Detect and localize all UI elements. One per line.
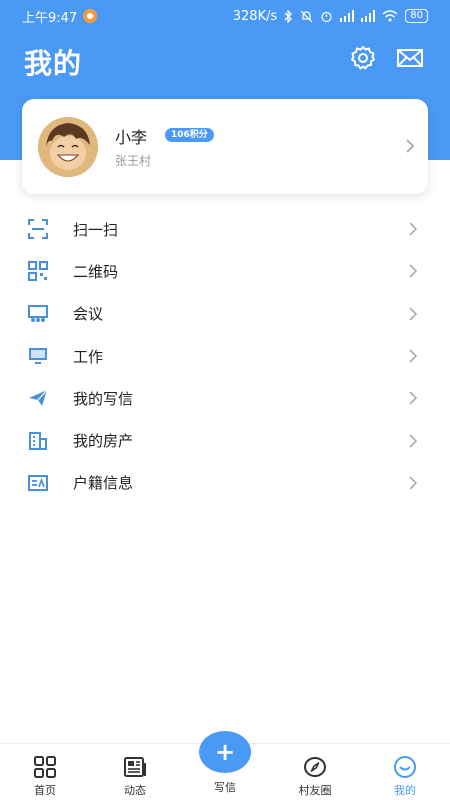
wifi-icon [382, 10, 398, 22]
mail-icon[interactable] [396, 44, 424, 72]
tab-label: 我的 [394, 784, 416, 797]
menu-label: 我的房产 [73, 432, 134, 451]
menu-item-my-letters[interactable]: 我的写信 [0, 377, 450, 419]
chevron-right-icon [409, 476, 418, 490]
qrcode-icon [28, 261, 48, 282]
chevron-right-icon [409, 391, 418, 405]
menu-label: 会议 [73, 305, 104, 324]
chevron-right-icon [409, 264, 418, 279]
paper-plane-icon [29, 389, 48, 407]
scan-icon [28, 219, 48, 240]
tab-label: 村友圈 [298, 784, 332, 797]
profile-card[interactable]: 小李 106积分 张王村 [22, 99, 428, 194]
plus-icon: + [214, 738, 236, 766]
menu-item-meeting[interactable]: 会议 [0, 293, 450, 335]
compass-icon [304, 757, 326, 777]
chevron-right-icon [406, 139, 415, 153]
signal-icon-2 [361, 10, 376, 22]
battery-level: 80 [405, 9, 428, 23]
newspaper-icon [124, 757, 146, 777]
chevron-right-icon [409, 307, 418, 321]
compose-label: 写信 [214, 781, 236, 794]
status-bar: 上午9:47 328K/s 80 [0, 0, 450, 32]
tab-label: 首页 [34, 784, 56, 797]
avatar-image [38, 117, 98, 177]
network-speed: 328K/s [232, 8, 278, 24]
smiley-face-icon [394, 756, 416, 778]
tab-friends[interactable]: 村友圈 [270, 744, 360, 800]
notification-dot-icon [83, 9, 98, 23]
menu-item-qrcode[interactable]: 二维码 [0, 250, 450, 292]
signal-icon [340, 10, 355, 22]
chevron-right-icon [409, 349, 418, 363]
grid-icon [34, 756, 56, 778]
menu-item-scan[interactable]: 扫一扫 [0, 208, 450, 250]
menu-label: 户籍信息 [73, 474, 134, 493]
status-time: 上午9:47 [22, 10, 78, 26]
menu-list: 扫一扫 二维码 会议 工作 我的写信 我的房产 户籍信息 [0, 208, 450, 504]
chevron-right-icon [409, 222, 418, 236]
menu-label: 扫一扫 [73, 220, 119, 239]
mute-icon [300, 10, 313, 22]
meeting-icon [28, 304, 48, 322]
chevron-right-icon [409, 434, 418, 448]
alarm-icon [321, 11, 332, 22]
menu-label: 我的写信 [73, 389, 134, 408]
points-badge: 106积分 [165, 128, 214, 142]
page-title: 我的 [24, 47, 83, 80]
menu-label: 工作 [73, 347, 104, 366]
tab-feed[interactable]: 动态 [90, 744, 180, 800]
user-name: 小李 [115, 128, 148, 147]
tab-mine[interactable]: 我的 [360, 744, 450, 800]
work-monitor-icon [29, 348, 47, 365]
village-name: 张王村 [115, 154, 152, 168]
tab-label: 动态 [124, 784, 146, 797]
bluetooth-icon [284, 9, 293, 23]
menu-label: 二维码 [73, 262, 119, 281]
avatar[interactable] [38, 117, 98, 177]
compose-button[interactable]: + [199, 731, 251, 773]
tab-home[interactable]: 首页 [0, 744, 90, 800]
menu-item-my-property[interactable]: 我的房产 [0, 419, 450, 461]
menu-item-work[interactable]: 工作 [0, 335, 450, 377]
id-card-icon [28, 474, 48, 491]
gear-icon[interactable] [349, 44, 377, 72]
menu-item-household-info[interactable]: 户籍信息 [0, 462, 450, 504]
building-icon [29, 431, 47, 450]
